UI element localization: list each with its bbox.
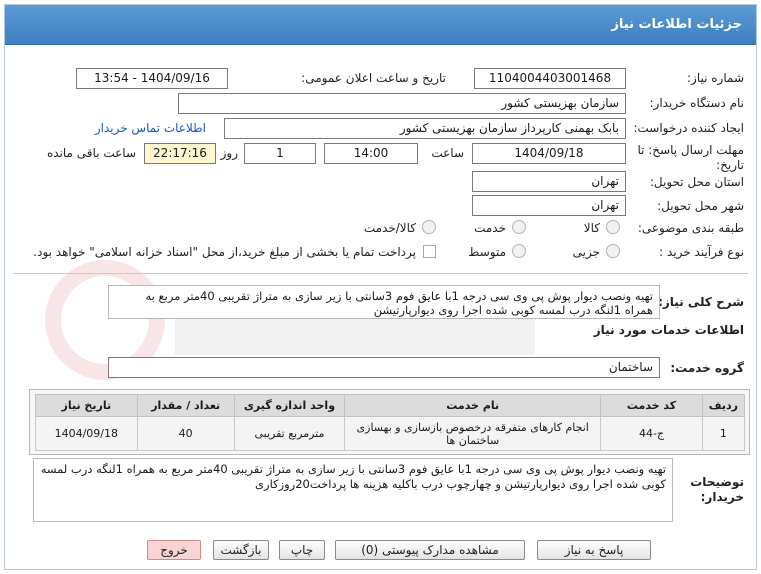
view-attachments-button[interactable]: مشاهده مدارک پیوستی (0)	[335, 540, 525, 560]
province-field: تهران	[472, 171, 626, 192]
col-need-date: تاریخ نیاز	[35, 394, 138, 417]
process-option-medium: متوسط	[468, 245, 506, 259]
need-number-label: شماره نیاز:	[687, 71, 744, 85]
city-field: تهران	[472, 195, 626, 216]
cell-need-date: 1404/09/18	[35, 416, 138, 451]
print-button[interactable]: چاپ	[279, 540, 325, 560]
days-field: 1	[244, 143, 316, 164]
respond-button[interactable]: پاسخ به نیاز	[537, 540, 651, 560]
category-label: طبقه بندی موضوعی:	[637, 221, 744, 235]
col-quantity: تعداد / مقدار	[136, 394, 235, 417]
exit-button[interactable]: خروج	[147, 540, 201, 560]
buyer-org-label: نام دستگاه خریدار:	[649, 96, 745, 110]
category-option-goods: کالا	[583, 221, 600, 235]
need-details-panel: جزئیات اطلاعات نیاز شماره نیاز: 11040044…	[4, 4, 757, 570]
creator-field: بابک بهمنی کارپرداز سازمان بهزیستی کشور	[224, 118, 626, 139]
time-label: ساعت	[431, 146, 464, 160]
cell-service-code: ج-44	[600, 416, 703, 451]
payment-note: پرداخت تمام یا بخشی از مبلغ خرید،از محل …	[33, 245, 416, 259]
col-service-name: نام خدمت	[344, 394, 602, 417]
buyer-notes-label: توضیحات خریدار:	[690, 475, 744, 504]
announce-label: تاریخ و ساعت اعلان عمومی:	[301, 71, 446, 85]
process-radio-medium[interactable]	[512, 244, 526, 258]
divider	[13, 273, 748, 274]
remaining-time-field: 22:17:16	[144, 143, 216, 164]
cell-row: 1	[701, 416, 746, 451]
creator-label: ایجاد کننده درخواست:	[633, 121, 744, 135]
page-title: جزئیات اطلاعات نیاز	[611, 17, 742, 32]
cell-quantity: 40	[136, 416, 235, 451]
cell-service-name: انجام کارهای متفرقه درخصوص بازسازی و بهس…	[344, 416, 602, 451]
need-number-field: 1104004403001468	[474, 68, 626, 89]
process-option-minor: جزیی	[572, 245, 600, 259]
title-bar: جزئیات اطلاعات نیاز	[5, 5, 756, 45]
category-radio-goods[interactable]	[606, 220, 620, 234]
col-row: ردیف	[701, 394, 746, 417]
col-unit: واحد اندازه گیری	[233, 394, 346, 417]
back-button[interactable]: بازگشت	[213, 540, 269, 560]
table-row: 1 ج-44 انجام کارهای متفرقه درخصوص بازساز…	[35, 416, 746, 451]
service-group-field: ساختمان	[108, 357, 660, 378]
services-section-title: اطلاعات خدمات مورد نیاز	[593, 323, 744, 337]
buyer-notes-textarea[interactable]: تهیه ونصب دیوار پوش پی وی سی درجه 1با عا…	[33, 458, 673, 522]
service-group-label: گروه خدمت:	[670, 361, 744, 375]
treasury-payment-checkbox[interactable]	[423, 245, 436, 258]
category-radio-service[interactable]	[512, 220, 526, 234]
cell-unit: مترمربع تقریبی	[233, 416, 346, 451]
city-label: شهر محل تحویل:	[657, 199, 744, 213]
process-label: نوع فرآیند خرید :	[659, 245, 744, 259]
deadline-label: مهلت ارسال پاسخ: تا تاریخ:	[637, 143, 744, 172]
services-table: ردیف کد خدمت نام خدمت واحد اندازه گیری ت…	[35, 394, 746, 451]
province-label: استان محل تحویل:	[649, 175, 744, 189]
buyer-contact-link[interactable]: اطلاعات تماس خریدار	[95, 121, 206, 135]
buyer-org-field: سازمان بهزیستی کشور	[178, 93, 626, 114]
remaining-label: ساعت باقی مانده	[46, 146, 136, 160]
process-radio-minor[interactable]	[606, 244, 620, 258]
description-textarea[interactable]: تهیه ونصب دیوار پوش پی وی سی درجه 1با عا…	[108, 285, 660, 319]
deadline-time-field: 14:00	[324, 143, 418, 164]
col-service-code: کد خدمت	[600, 394, 703, 417]
category-radio-goods-service[interactable]	[422, 220, 436, 234]
announce-datetime-field: 1404/09/16 - 13:54	[76, 68, 228, 89]
category-option-goods-service: کالا/خدمت	[363, 221, 416, 235]
description-label: شرح کلی نیاز:	[658, 295, 744, 309]
deadline-date-field: 1404/09/18	[472, 143, 626, 164]
category-option-service: خدمت	[474, 221, 506, 235]
